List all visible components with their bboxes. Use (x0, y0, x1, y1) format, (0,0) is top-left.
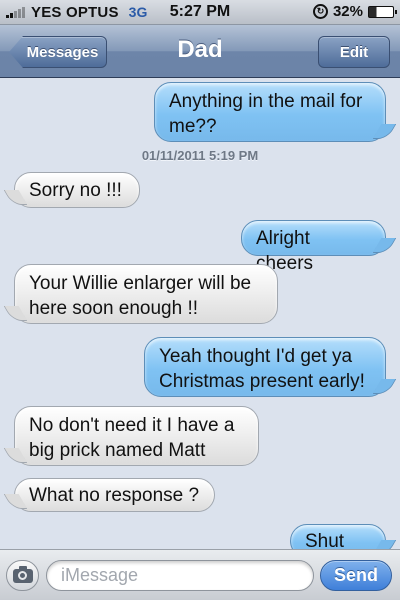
message-line: Shut up. (305, 531, 345, 549)
message-bubble-received[interactable]: No don't need it I have a big prick name… (14, 406, 259, 466)
message-line: Sorry no !!! (29, 180, 122, 201)
message-bubble-received[interactable]: Your Willie enlarger will be here soon e… (14, 264, 278, 324)
navigation-bar: Messages Dad Edit (0, 25, 400, 78)
battery-percentage: 32% (332, 3, 363, 20)
message-line: No don't need it I have a (29, 415, 235, 436)
message-line: Anything in the mail for (169, 91, 363, 112)
message-bubble-sent[interactable]: Yeah thought I'd get ya Christmas presen… (144, 337, 386, 397)
message-line: me?? (169, 116, 217, 137)
message-bubble-received[interactable]: Sorry no !!! (14, 172, 140, 208)
camera-icon (12, 565, 33, 583)
carrier-name: YES OPTUS (31, 3, 119, 21)
message-line: Christmas present early! (159, 371, 365, 392)
imessage-input[interactable] (46, 560, 314, 591)
message-bubble-sent[interactable]: Shut up. (290, 524, 386, 549)
message-line: big prick named Matt (29, 440, 206, 461)
network-type: 3G (128, 4, 148, 20)
message-line: Yeah thought I'd get ya (159, 346, 353, 367)
message-thread[interactable]: Anything in the mail for me?? 01/11/2011… (0, 79, 400, 549)
message-input-bar: Send (0, 549, 400, 600)
message-bubble-sent[interactable]: Alright cheers (241, 220, 386, 274)
message-bubble-received[interactable]: What no response ? (14, 478, 215, 512)
message-line: Your Willie enlarger will be (29, 273, 252, 294)
battery-icon (368, 5, 397, 18)
rotation-lock-icon: ↻ (312, 4, 328, 19)
status-bar: YES OPTUS 3G 5:27 PM ↻ 32% (0, 0, 400, 25)
message-bubble-sent[interactable]: Anything in the mail for me?? (154, 82, 386, 142)
send-button[interactable]: Send (320, 560, 392, 591)
edit-button[interactable]: Edit (318, 36, 390, 68)
signal-strength-icon (6, 6, 26, 18)
camera-button[interactable] (6, 560, 39, 591)
message-line: What no response ? (29, 485, 200, 506)
status-right-group: ↻ 32% (312, 3, 397, 20)
message-timestamp: 01/11/2011 5:19 PM (141, 148, 259, 163)
message-line: here soon enough !! (29, 298, 199, 319)
